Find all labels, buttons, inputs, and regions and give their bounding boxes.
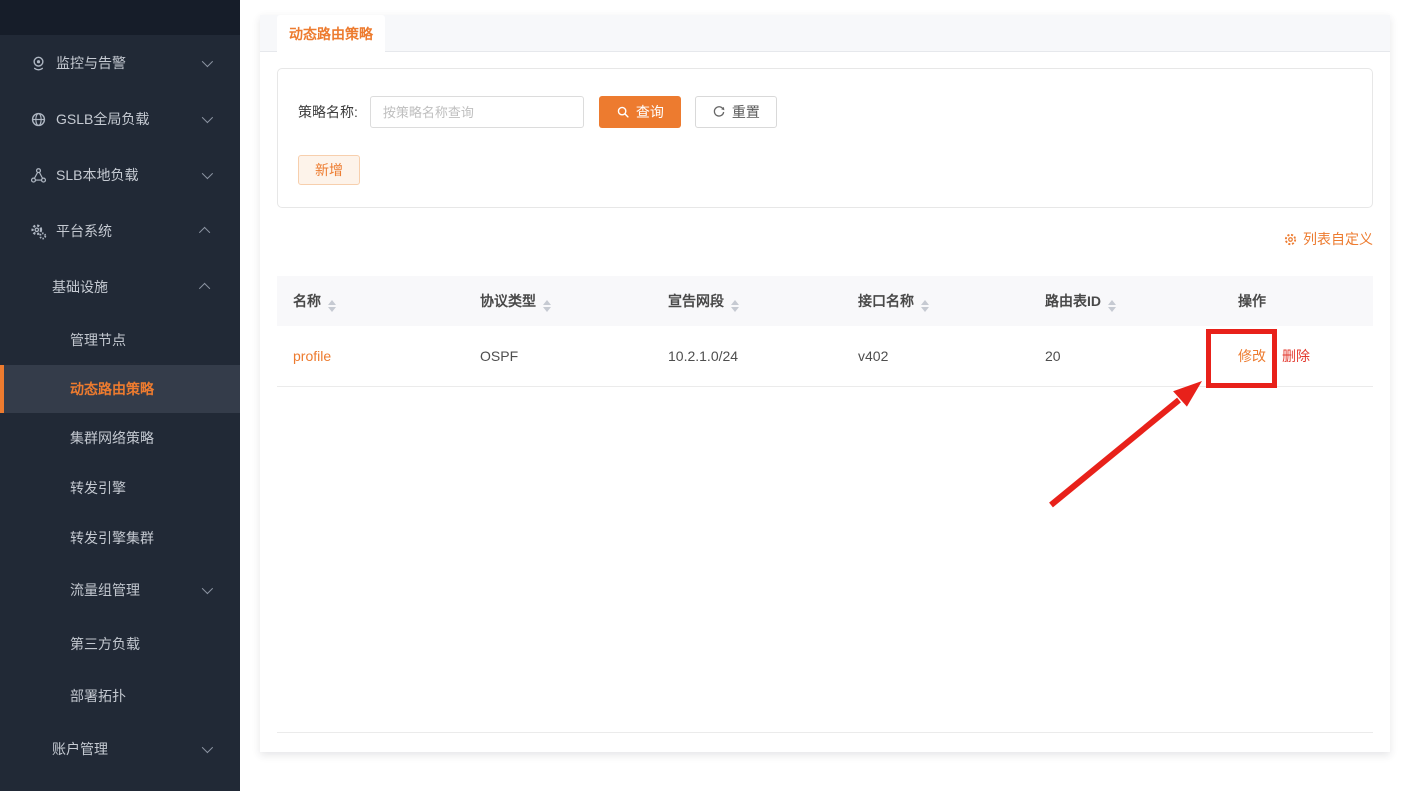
sort-icon xyxy=(1108,300,1116,312)
row-network: 10.2.1.0/24 xyxy=(652,326,842,386)
sidebar-item-label: 监控与告警 xyxy=(56,53,126,73)
search-button[interactable]: 查询 xyxy=(599,96,681,128)
sidebar-item-forwarding-engine[interactable]: 转发引擎 xyxy=(0,463,240,513)
sidebar-nav: 监控与告警 GSLB全局负载 SLB本地负载 平台系统 基础设施 xyxy=(0,35,240,777)
search-icon xyxy=(616,105,630,119)
sidebar-logo-area xyxy=(0,0,240,35)
webcam-icon xyxy=(30,55,47,72)
add-button[interactable]: 新增 xyxy=(298,155,360,185)
tab-label: 动态路由策略 xyxy=(289,24,373,44)
list-customize-link[interactable]: 列表自定义 xyxy=(1283,229,1373,249)
sidebar: 监控与告警 GSLB全局负载 SLB本地负载 平台系统 基础设施 xyxy=(0,0,240,791)
gear-icon xyxy=(30,223,47,240)
sidebar-item-traffic-group[interactable]: 流量组管理 xyxy=(0,563,240,617)
row-interface: v402 xyxy=(842,326,1029,386)
sidebar-item-platform-system[interactable]: 平台系统 xyxy=(0,203,240,259)
policy-table: 名称 协议类型 宣告网段 接口名称 xyxy=(277,276,1373,733)
sidebar-item-label: GSLB全局负载 xyxy=(56,109,149,129)
sidebar-item-cluster-network-policy[interactable]: 集群网络策略 xyxy=(0,413,240,463)
row-protocol: OSPF xyxy=(464,326,652,386)
sidebar-item-gslb[interactable]: GSLB全局负载 xyxy=(0,91,240,147)
tab-dynamic-route-policy[interactable]: 动态路由策略 xyxy=(277,15,385,52)
row-name-link[interactable]: profile xyxy=(293,348,331,364)
edit-action-link[interactable]: 修改 xyxy=(1238,348,1266,364)
policy-name-label: 策略名称: xyxy=(298,102,358,122)
sidebar-item-label: 平台系统 xyxy=(56,221,112,241)
sidebar-item-label: 管理节点 xyxy=(70,330,126,350)
sidebar-item-label: 集群网络策略 xyxy=(70,428,154,448)
column-header-network[interactable]: 宣告网段 xyxy=(652,276,842,326)
gear-icon xyxy=(1283,232,1298,247)
sidebar-item-monitoring-alerts[interactable]: 监控与告警 xyxy=(0,35,240,91)
tab-bar: 动态路由策略 xyxy=(260,15,1390,52)
globe-icon xyxy=(30,111,47,128)
reset-button-label: 重置 xyxy=(732,102,760,122)
sidebar-item-account-management[interactable]: 账户管理 xyxy=(0,721,240,777)
column-header-protocol[interactable]: 协议类型 xyxy=(464,276,652,326)
sidebar-item-label: 账户管理 xyxy=(52,739,108,759)
list-customize-label: 列表自定义 xyxy=(1303,229,1373,249)
chevron-down-icon xyxy=(202,56,213,67)
sidebar-item-deploy-topology[interactable]: 部署拓扑 xyxy=(0,671,240,721)
policy-name-input[interactable] xyxy=(370,96,584,128)
reset-button[interactable]: 重置 xyxy=(695,96,777,128)
sidebar-item-label: 部署拓扑 xyxy=(70,686,126,706)
sidebar-item-label: 基础设施 xyxy=(52,277,108,297)
column-header-interface[interactable]: 接口名称 xyxy=(842,276,1029,326)
chevron-up-icon xyxy=(199,283,210,294)
customize-row: 列表自定义 xyxy=(277,228,1373,250)
card-body: 策略名称: 查询 重置 xyxy=(260,52,1390,752)
sidebar-item-label: 动态路由策略 xyxy=(70,379,154,399)
main-content: 动态路由策略 策略名称: 查询 xyxy=(240,0,1411,791)
chevron-down-icon xyxy=(202,583,213,594)
chevron-down-icon xyxy=(202,742,213,753)
content-card: 动态路由策略 策略名称: 查询 xyxy=(260,15,1390,752)
chevron-down-icon xyxy=(202,112,213,123)
chevron-down-icon xyxy=(202,168,213,179)
sidebar-item-label: 转发引擎 xyxy=(70,478,126,498)
add-button-label: 新增 xyxy=(315,160,343,180)
sidebar-item-label: 转发引擎集群 xyxy=(70,528,154,548)
chevron-up-icon xyxy=(199,227,210,238)
sidebar-item-label: SLB本地负载 xyxy=(56,165,138,185)
sidebar-item-slb[interactable]: SLB本地负载 xyxy=(0,147,240,203)
share-network-icon xyxy=(30,167,47,184)
search-button-label: 查询 xyxy=(636,102,664,122)
table-header-row: 名称 协议类型 宣告网段 接口名称 xyxy=(277,276,1373,326)
filter-row: 策略名称: 查询 重置 xyxy=(298,96,1352,128)
sidebar-item-infrastructure[interactable]: 基础设施 xyxy=(0,259,240,315)
sort-icon xyxy=(328,300,336,312)
sidebar-item-label: 第三方负载 xyxy=(70,634,140,654)
column-header-actions: 操作 xyxy=(1222,276,1373,326)
column-header-route-table-id[interactable]: 路由表ID xyxy=(1029,276,1222,326)
sort-icon xyxy=(543,300,551,312)
sort-icon xyxy=(731,300,739,312)
column-header-name[interactable]: 名称 xyxy=(277,276,464,326)
row-route-table-id: 20 xyxy=(1029,326,1222,386)
sidebar-item-third-party-lb[interactable]: 第三方负载 xyxy=(0,617,240,671)
sidebar-item-management-node[interactable]: 管理节点 xyxy=(0,315,240,365)
sidebar-item-label: 流量组管理 xyxy=(70,580,140,600)
sort-icon xyxy=(921,300,929,312)
delete-action-link[interactable]: 删除 xyxy=(1282,348,1310,364)
refresh-icon xyxy=(712,105,726,119)
table-row: profile OSPF 10.2.1.0/24 v402 20 修改删除 xyxy=(277,326,1373,386)
filter-panel: 策略名称: 查询 重置 xyxy=(277,68,1373,208)
sidebar-item-forwarding-engine-cluster[interactable]: 转发引擎集群 xyxy=(0,513,240,563)
sidebar-item-dynamic-route-policy[interactable]: 动态路由策略 xyxy=(0,365,240,413)
